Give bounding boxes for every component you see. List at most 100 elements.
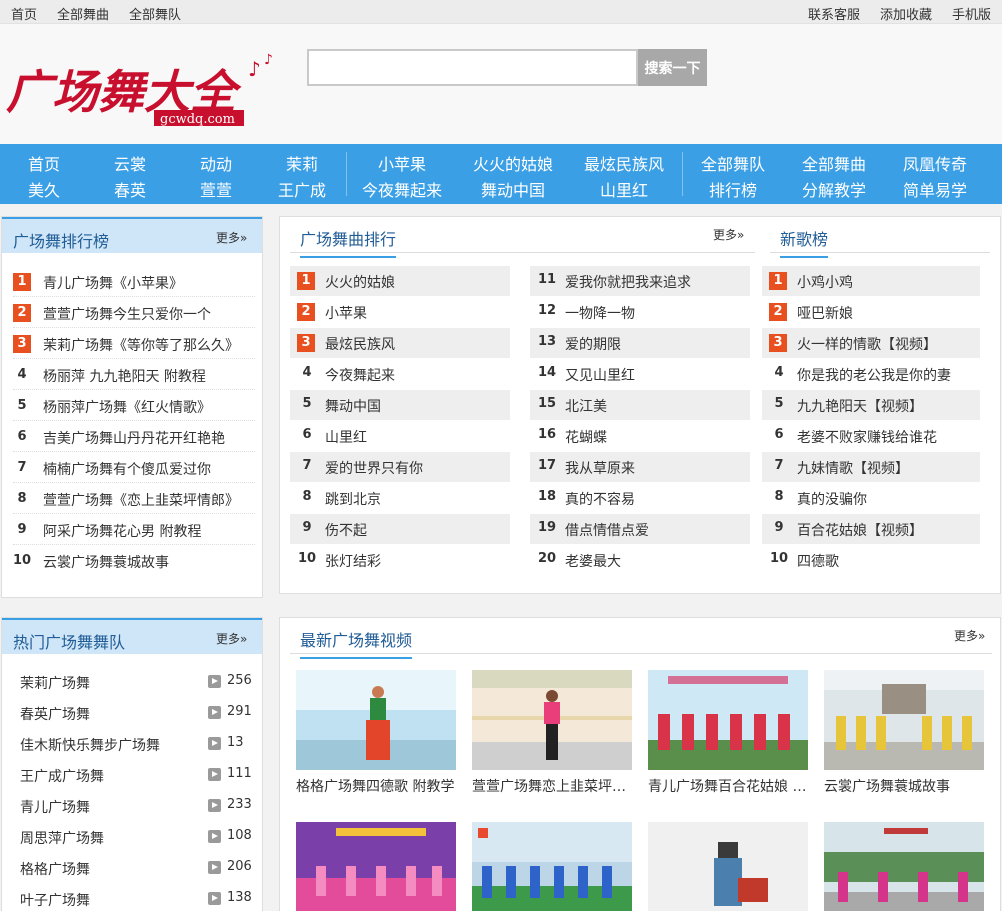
top-link-mobile[interactable]: 手机版 (952, 4, 991, 23)
search-input[interactable] (307, 49, 638, 86)
rank-link[interactable]: 楠楠广场舞有个傻瓜爱过你 (43, 459, 211, 479)
list-item: 王广成广场舞 111 (20, 760, 252, 791)
team-link[interactable]: 王广成广场舞 (20, 766, 104, 786)
nav-item[interactable]: 王广成 (278, 177, 326, 201)
team-link[interactable]: 青儿广场舞 (20, 797, 90, 817)
song-link[interactable]: 九妹情歌【视频】 (797, 458, 909, 478)
song-link[interactable]: 我从草原来 (565, 458, 635, 478)
nav-item[interactable]: 全部舞队 (701, 151, 765, 175)
song-link[interactable]: 爱的世界只有你 (325, 458, 423, 478)
song-link[interactable]: 今夜舞起来 (325, 365, 395, 385)
song-link[interactable]: 火一样的情歌【视频】 (797, 334, 937, 354)
song-link[interactable]: 小鸡小鸡 (797, 272, 853, 292)
nav-item[interactable]: 茉莉 (286, 151, 318, 175)
rank-more-link[interactable]: 更多» (216, 229, 247, 246)
song-link[interactable]: 北江美 (565, 396, 607, 416)
song-link[interactable]: 一物降一物 (565, 303, 635, 323)
rank-link[interactable]: 吉美广场舞山丹丹花开红艳艳 (43, 428, 225, 448)
list-item: 春英广场舞 291 (20, 698, 252, 729)
nav-item[interactable]: 舞动中国 (481, 177, 545, 201)
nav-item[interactable]: 最炫民族风 (584, 151, 664, 175)
top-link-home[interactable]: 首页 (11, 4, 37, 23)
nav-item[interactable]: 萱萱 (200, 177, 232, 201)
video-thumbnail[interactable] (296, 670, 456, 770)
song-link[interactable]: 舞动中国 (325, 396, 381, 416)
nav-item[interactable]: 简单易学 (903, 177, 967, 201)
team-link[interactable]: 格格广场舞 (20, 859, 90, 879)
rank-num: 13 (537, 334, 557, 349)
rank-link[interactable]: 萱萱广场舞今生只爱你一个 (43, 304, 211, 324)
nav-item[interactable]: 分解教学 (802, 177, 866, 201)
song-link[interactable]: 四德歌 (797, 551, 839, 571)
rank-link[interactable]: 杨丽萍 九九艳阳天 附教程 (43, 366, 206, 386)
video-thumbnail[interactable] (472, 670, 632, 770)
rank-link[interactable]: 青儿广场舞《小苹果》 (43, 273, 183, 293)
top-link-favorite[interactable]: 添加收藏 (880, 4, 932, 23)
nav-item[interactable]: 山里红 (600, 177, 648, 201)
nav-item[interactable]: 小苹果 (378, 151, 426, 175)
nav-item[interactable]: 排行榜 (709, 177, 757, 201)
song-link[interactable]: 九九艳阳天【视频】 (797, 396, 923, 416)
song-link[interactable]: 百合花姑娘【视频】 (797, 520, 923, 540)
song-link[interactable]: 你是我的老公我是你的妻 (797, 365, 951, 385)
rank-link[interactable]: 云裳广场舞蓑城故事 (43, 552, 169, 572)
list-item: 8 萱萱广场舞《恋上韭菜坪情郎》 (13, 484, 255, 514)
video-thumbnail[interactable] (824, 670, 984, 770)
video-thumbnail[interactable] (648, 822, 808, 911)
song-link[interactable]: 哑巴新娘 (797, 303, 853, 323)
song-link[interactable]: 小苹果 (325, 303, 367, 323)
song-link[interactable]: 山里红 (325, 427, 367, 447)
nav-item[interactable]: 动动 (200, 151, 232, 175)
song-link[interactable]: 老婆不败家赚钱给谁花 (797, 427, 937, 447)
top-link-contact[interactable]: 联系客服 (808, 4, 860, 23)
video-title[interactable]: 萱萱广场舞恋上韭菜坪情郎 (472, 776, 632, 796)
rank-link[interactable]: 阿采广场舞花心男 附教程 (43, 521, 201, 541)
song-more-link[interactable]: 更多» (713, 226, 744, 243)
list-item: 7 九妹情歌【视频】 (762, 452, 980, 482)
song-link[interactable]: 借点情借点爱 (565, 520, 649, 540)
nav-item[interactable]: 美久 (28, 177, 60, 201)
site-logo[interactable]: 广场舞大全 gcwdq.com ♪ ♪ (4, 46, 284, 136)
video-title[interactable]: 青儿广场舞百合花姑娘 附教程 (648, 776, 808, 796)
nav-item[interactable]: 今夜舞起来 (362, 177, 442, 201)
song-link[interactable]: 张灯结彩 (325, 551, 381, 571)
search-button[interactable]: 搜索一下 (638, 49, 707, 86)
rank-link[interactable]: 杨丽萍广场舞《红火情歌》 (43, 397, 211, 417)
song-link[interactable]: 爱我你就把我来追求 (565, 272, 691, 292)
team-link[interactable]: 叶子广场舞 (20, 890, 90, 910)
team-link[interactable]: 周思萍广场舞 (20, 828, 104, 848)
list-item: 2 哑巴新娘 (762, 297, 980, 327)
team-more-link[interactable]: 更多» (216, 630, 247, 647)
top-link-all-teams[interactable]: 全部舞队 (129, 4, 181, 23)
nav-item[interactable]: 全部舞曲 (802, 151, 866, 175)
song-link[interactable]: 真的没骗你 (797, 489, 867, 509)
nav-item[interactable]: 云裳 (114, 151, 146, 175)
nav-item[interactable]: 首页 (28, 151, 60, 175)
rank-link[interactable]: 萱萱广场舞《恋上韭菜坪情郎》 (43, 490, 239, 510)
song-link[interactable]: 又见山里红 (565, 365, 635, 385)
song-link[interactable]: 老婆最大 (565, 551, 621, 571)
nav-item[interactable]: 火火的姑娘 (473, 151, 553, 175)
team-link[interactable]: 佳木斯快乐舞步广场舞 (20, 735, 160, 755)
video-thumbnail[interactable] (648, 670, 808, 770)
song-link[interactable]: 跳到北京 (325, 489, 381, 509)
song-link[interactable]: 最炫民族风 (325, 334, 395, 354)
video-thumbnail[interactable] (296, 822, 456, 911)
nav-item[interactable]: 春英 (114, 177, 146, 201)
video-thumbnail[interactable] (472, 822, 632, 911)
song-link[interactable]: 真的不容易 (565, 489, 635, 509)
video-thumbnail[interactable] (824, 822, 984, 911)
nav-item[interactable]: 凤凰传奇 (903, 151, 967, 175)
video-more-link[interactable]: 更多» (954, 627, 985, 644)
song-link[interactable]: 花蝴蝶 (565, 427, 607, 447)
top-link-all-songs[interactable]: 全部舞曲 (57, 4, 109, 23)
song-link[interactable]: 火火的姑娘 (325, 272, 395, 292)
song-link[interactable]: 伤不起 (325, 520, 367, 540)
video-title[interactable]: 格格广场舞四德歌 附教学 (296, 776, 456, 796)
video-title[interactable]: 云裳广场舞蓑城故事 (824, 776, 984, 796)
video-panel-divider (290, 653, 992, 654)
song-link[interactable]: 爱的期限 (565, 334, 621, 354)
rank-link[interactable]: 茉莉广场舞《等你等了那么久》 (43, 335, 239, 355)
team-link[interactable]: 茉莉广场舞 (20, 673, 90, 693)
team-link[interactable]: 春英广场舞 (20, 704, 90, 724)
